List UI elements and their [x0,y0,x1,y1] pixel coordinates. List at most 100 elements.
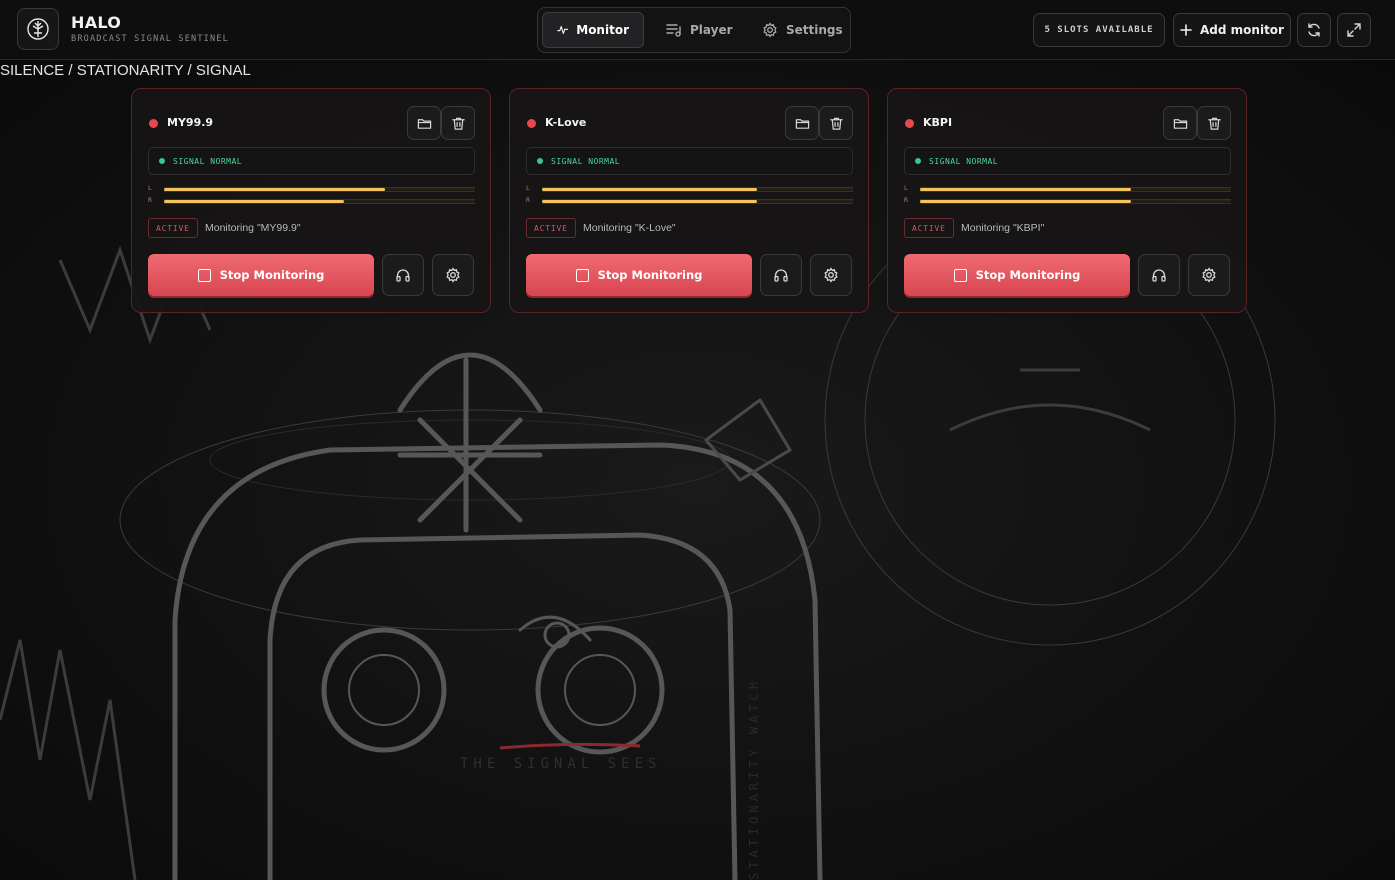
meter-right-label: R [148,196,152,204]
meter-left: L [526,184,853,195]
tab-player[interactable]: Player [652,12,747,48]
gear-icon [446,267,460,283]
meter-left-fill [164,188,385,191]
station-name: K-Love [545,116,587,129]
meter-right: R [526,196,853,207]
expand-icon [1347,23,1361,37]
meter-right-label: R [904,196,908,204]
stop-icon [575,268,589,282]
folder-icon [795,118,809,129]
stop-monitoring-button[interactable]: Stop Monitoring [904,254,1130,296]
slots-available-badge: 5 SLOTS AVAILABLE [1033,13,1165,47]
meter-right: R [148,196,475,207]
meter-left-label: L [526,184,530,192]
headphones-icon [396,269,410,282]
headphones-icon [1152,269,1166,282]
trident-icon [27,18,49,40]
open-folder-button[interactable] [407,106,441,140]
fullscreen-button[interactable] [1337,13,1371,47]
top-bar: HALO BROADCAST SIGNAL SENTINEL Monitor P… [0,0,1395,60]
monitor-settings-button[interactable] [810,254,852,296]
delete-monitor-button[interactable] [1197,106,1231,140]
trash-icon [829,117,843,130]
app-title: HALO [71,13,122,32]
app-subtitle: BROADCAST SIGNAL SENTINEL [71,34,229,44]
status-dot [149,119,158,128]
app-logo[interactable] [17,8,59,50]
delete-monitor-button[interactable] [441,106,475,140]
signal-status: SIGNAL NORMAL [904,147,1231,175]
folder-icon [1173,118,1187,129]
meter-right-fill [164,200,345,203]
open-folder-button[interactable] [1163,106,1197,140]
stop-monitoring-label: Stop Monitoring [975,268,1081,282]
breadcrumb: SILENCE / STATIONARITY / SIGNAL [0,62,251,79]
meter-left-fill [920,188,1132,191]
signal-dot [159,158,165,164]
monitoring-message: Monitoring "MY99.9" [205,222,301,234]
meter-left: L [904,184,1231,195]
monitoring-message: Monitoring "KBPI" [961,222,1045,234]
svg-text:STATIONARITY WATCH: STATIONARITY WATCH [747,678,761,880]
main-nav: Monitor Player Settings [537,7,851,53]
monitor-card: K-Love SIGNAL NORMAL L R ACTIVE Monitori… [509,88,869,313]
meter-left-fill [542,188,757,191]
status-dot [905,119,914,128]
signal-status: SIGNAL NORMAL [526,147,853,175]
add-monitor-button[interactable]: Add monitor [1173,13,1291,47]
active-badge: ACTIVE [904,218,954,238]
playlist-icon [666,24,681,37]
trash-icon [1207,117,1221,130]
stop-monitoring-label: Stop Monitoring [597,268,703,282]
monitor-card: KBPI SIGNAL NORMAL L R ACTIVE Monitoring… [887,88,1247,313]
gear-icon [763,22,777,38]
active-badge: ACTIVE [526,218,576,238]
tab-player-label: Player [690,23,733,37]
delete-monitor-button[interactable] [819,106,853,140]
meter-right: R [904,196,1231,207]
tab-settings[interactable]: Settings [748,12,857,48]
stop-monitoring-label: Stop Monitoring [219,268,325,282]
listen-button[interactable] [760,254,802,296]
pulse-icon [557,25,569,35]
monitor-settings-button[interactable] [1188,254,1230,296]
signal-dot [537,158,543,164]
status-dot [527,119,536,128]
tab-monitor-label: Monitor [576,23,629,37]
station-name: KBPI [923,116,953,129]
signal-status-text: SIGNAL NORMAL [173,156,243,166]
refresh-button[interactable] [1297,13,1331,47]
gear-icon [1202,267,1216,283]
meter-left-label: L [904,184,908,192]
meter-left-label: L [148,184,152,192]
signal-status-text: SIGNAL NORMAL [551,156,621,166]
gear-icon [824,267,838,283]
stop-monitoring-button[interactable]: Stop Monitoring [526,254,752,296]
tab-monitor[interactable]: Monitor [542,12,644,48]
listen-button[interactable] [382,254,424,296]
trash-icon [451,117,465,130]
listen-button[interactable] [1138,254,1180,296]
refresh-icon [1308,23,1320,37]
active-badge: ACTIVE [148,218,198,238]
monitor-settings-button[interactable] [432,254,474,296]
plus-icon [1180,24,1192,36]
folder-icon [417,118,431,129]
station-name: MY99.9 [167,116,214,129]
monitoring-message: Monitoring "K-Love" [583,222,676,234]
meter-right-fill [542,200,757,203]
stop-icon [953,268,967,282]
open-folder-button[interactable] [785,106,819,140]
headphones-icon [774,269,788,282]
meter-right-label: R [526,196,530,204]
meter-left: L [148,184,475,195]
stop-monitoring-button[interactable]: Stop Monitoring [148,254,374,296]
add-monitor-label: Add monitor [1200,23,1284,37]
monitor-card: MY99.9 SIGNAL NORMAL L R ACTIVE Monitori… [131,88,491,313]
signal-dot [915,158,921,164]
stop-icon [197,268,211,282]
signal-status-text: SIGNAL NORMAL [929,156,999,166]
svg-text:THE SIGNAL SEES: THE SIGNAL SEES [460,756,661,772]
tab-settings-label: Settings [786,23,843,37]
meter-right-fill [920,200,1132,203]
